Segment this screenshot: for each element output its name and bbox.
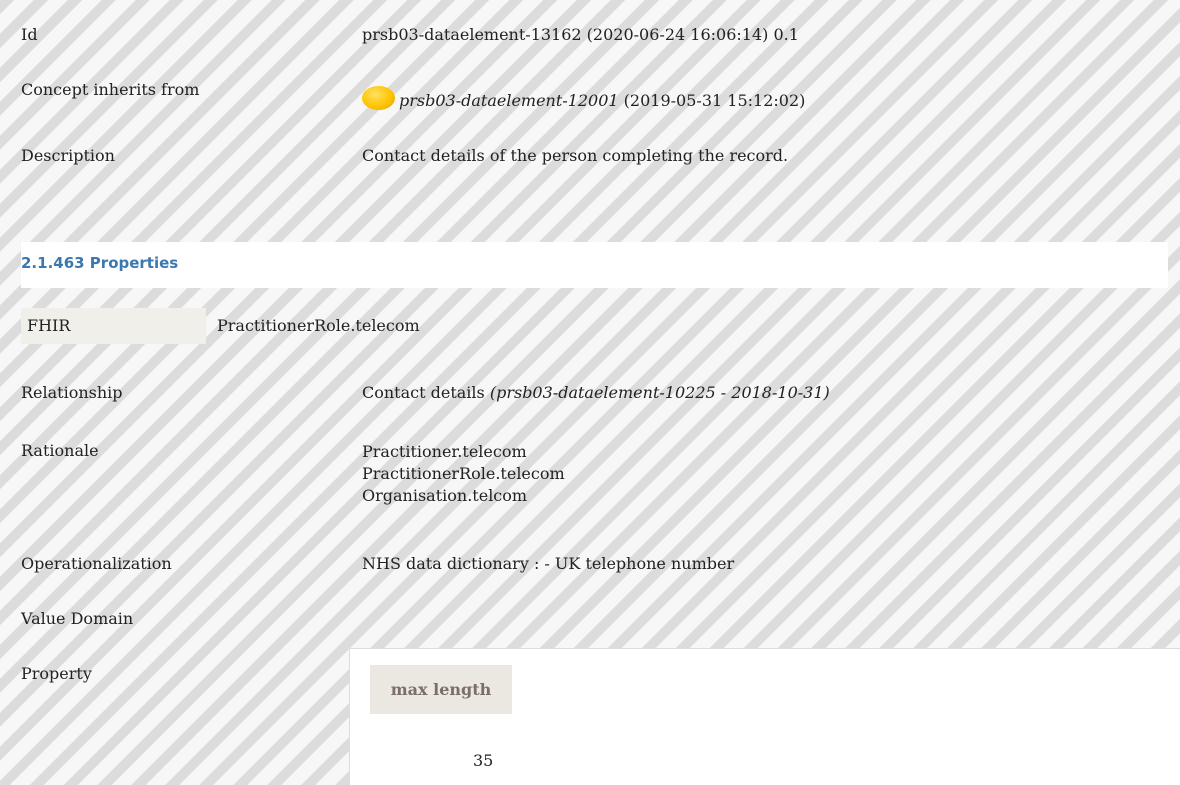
description-value: Contact details of the person completing… [362,146,789,165]
relationship-label: Relationship [21,383,123,402]
id-label: Id [21,25,38,44]
inherits-date: (2019-05-31 15:12:02) [618,91,806,110]
rationale-line: PractitionerRole.telecom [362,464,565,483]
operationalization-label: Operationalization [21,554,172,573]
relationship-value: Contact details (prsb03-dataelement-1022… [362,383,830,402]
properties-section-header: 2.1.463 Properties [21,242,1168,288]
operationalization-value: NHS data dictionary : - UK telephone num… [362,554,735,573]
fhir-label: FHIR [27,316,71,335]
rationale-value: Practitioner.telecom PractitionerRole.te… [362,441,565,507]
fhir-value: PractitionerRole.telecom [217,316,420,335]
max-length-header: max length [370,665,512,714]
inherits-label: Concept inherits from [21,80,200,99]
description-label: Description [21,146,115,165]
inherits-value: prsb03-dataelement-12001 (2019-05-31 15:… [362,86,805,110]
rationale-label: Rationale [21,441,99,460]
property-table: max length 35 [349,648,1180,785]
relationship-text: Contact details [362,383,490,402]
value-domain-label: Value Domain [21,609,134,628]
property-label: Property [21,664,92,683]
properties-title: 2.1.463 Properties [21,254,179,272]
rationale-line: Organisation.telcom [362,486,528,505]
rationale-line: Practitioner.telecom [362,442,527,461]
relationship-ref: (prsb03-dataelement-10225 - 2018-10-31) [489,383,830,402]
yellow-status-dot-icon [362,86,395,110]
inherits-link[interactable]: prsb03-dataelement-12001 [399,91,619,110]
id-value: prsb03-dataelement-13162 (2020-06-24 16:… [362,25,799,44]
max-length-value: 35 [473,751,494,770]
